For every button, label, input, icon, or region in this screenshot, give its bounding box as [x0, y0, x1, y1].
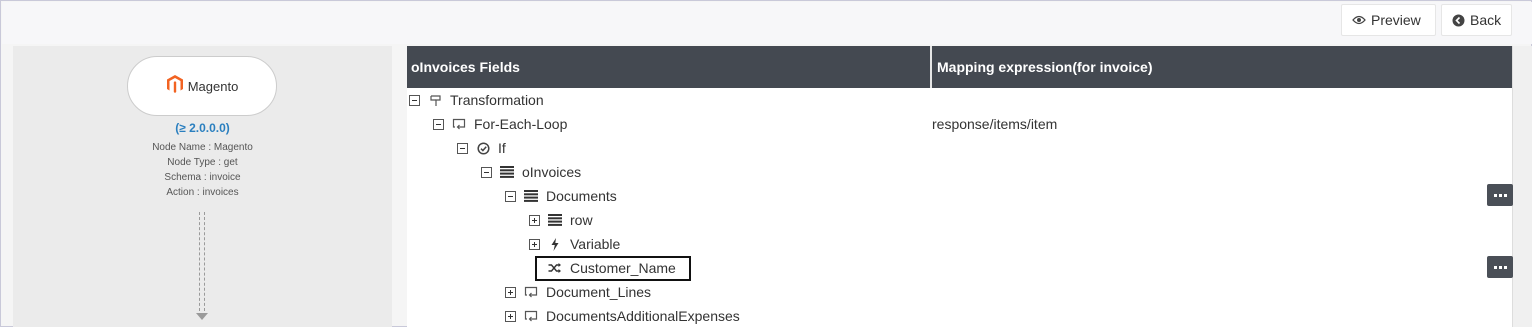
- tree-row-label: Variable: [570, 236, 621, 252]
- tree-row-row[interactable]: row: [529, 208, 593, 232]
- ellipsis-dot: [1498, 193, 1502, 197]
- transform-icon: [428, 93, 442, 107]
- collapse-toggle[interactable]: [505, 190, 516, 202]
- top-toolbar: Preview Back: [2, 2, 1532, 44]
- tree-row-variable[interactable]: Variable: [529, 232, 620, 256]
- tree-row-transformation[interactable]: Transformation: [409, 88, 544, 112]
- tree-row-documents-additional-expenses[interactable]: DocumentsAdditionalExpenses: [505, 304, 740, 327]
- node-schema: Schema : invoice: [164, 172, 241, 183]
- more-options-button[interactable]: [1487, 256, 1513, 278]
- loop-icon: [524, 309, 538, 323]
- arrow-left-circle-icon: [1452, 14, 1465, 27]
- bolt-icon: [548, 237, 562, 251]
- tree-row-label: row: [570, 212, 593, 228]
- list-icon: [548, 213, 562, 227]
- ellipsis-dot: [1503, 193, 1507, 197]
- ellipsis-icon: [1493, 265, 1497, 269]
- grid-scrollbar[interactable]: [1512, 46, 1532, 327]
- fields-column-header: oInvoices Fields: [407, 46, 930, 88]
- tree-row-label: Documents: [546, 188, 617, 204]
- tree-row-document-lines[interactable]: Document_Lines: [505, 280, 651, 304]
- node-type: Node Type : get: [167, 157, 238, 168]
- tree-row-oinvoices[interactable]: oInvoices: [481, 160, 581, 184]
- tree-row-if[interactable]: If: [457, 136, 506, 160]
- expand-toggle[interactable]: [505, 310, 516, 322]
- tree-row-label: DocumentsAdditionalExpenses: [546, 308, 740, 324]
- collapse-toggle[interactable]: [409, 94, 420, 106]
- expand-toggle[interactable]: [529, 214, 540, 226]
- source-node-panel: Magento (≥ 2.0.0.0) Node Name : Magento …: [13, 46, 392, 327]
- list-icon: [524, 189, 538, 203]
- tree-row-label: oInvoices: [522, 164, 582, 180]
- preview-label: Preview: [1371, 12, 1421, 28]
- tree-row-documents[interactable]: Documents: [505, 184, 617, 208]
- tree-row-label: If: [498, 140, 506, 156]
- ellipsis-dot: [1503, 265, 1507, 269]
- preview-button[interactable]: Preview: [1341, 4, 1436, 36]
- back-button[interactable]: Back: [1441, 4, 1512, 36]
- mapping-column-header: Mapping expression(for invoice): [932, 46, 1512, 88]
- flow-connector: [199, 212, 205, 316]
- expand-toggle[interactable]: [529, 238, 540, 250]
- collapse-toggle[interactable]: [433, 118, 444, 130]
- mapping-expression-value[interactable]: response/items/item: [932, 116, 1057, 132]
- eye-icon: [1352, 15, 1366, 25]
- collapse-toggle[interactable]: [481, 166, 492, 178]
- node-action: Action : invoices: [166, 187, 239, 198]
- back-label: Back: [1470, 12, 1502, 28]
- more-options-button[interactable]: [1487, 184, 1513, 206]
- tree-row-for-each-loop[interactable]: For-Each-Loop: [433, 112, 567, 136]
- ellipsis-dot: [1498, 265, 1502, 269]
- expand-toggle[interactable]: [505, 286, 516, 298]
- loop-icon: [452, 117, 466, 131]
- tree-row-label: Transformation: [450, 92, 544, 108]
- magento-node-card[interactable]: Magento: [127, 56, 277, 116]
- node-version: (≥ 2.0.0.0): [175, 121, 230, 135]
- check-circle-icon: [476, 141, 490, 155]
- ellipsis-icon: [1493, 193, 1497, 197]
- arrow-down-icon: [196, 313, 208, 320]
- list-icon: [500, 165, 514, 179]
- loop-icon: [524, 285, 538, 299]
- magento-logo-icon: [166, 74, 184, 99]
- collapse-toggle[interactable]: [457, 142, 468, 154]
- magento-logo-text: Magento: [187, 78, 239, 94]
- node-name: Node Name : Magento: [152, 142, 253, 153]
- selection-highlight: [535, 256, 691, 281]
- tree-row-label: Document_Lines: [546, 284, 652, 300]
- tree-row-label: For-Each-Loop: [474, 116, 568, 132]
